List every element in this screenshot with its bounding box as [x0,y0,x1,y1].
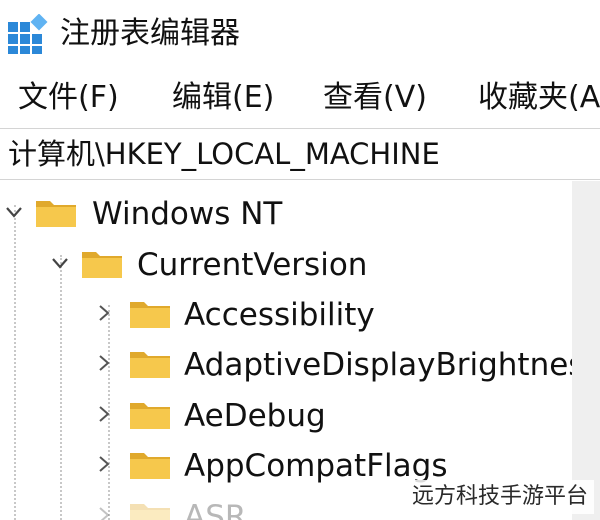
chevron-right-icon[interactable] [94,505,114,520]
tree-node-label: Windows NT [92,196,283,232]
tree-node-label: AdaptiveDisplayBrightness [184,347,572,383]
menu-file[interactable]: 文件(F) [18,76,119,120]
chevron-right-icon[interactable] [94,404,114,424]
folder-icon [82,252,122,278]
address-bar[interactable]: 计算机\HKEY_LOCAL_MACHINE [0,128,600,180]
menu-bar: 文件(F) 编辑(E) 查看(V) 收藏夹(A) [0,72,600,124]
tree-node-currentversion[interactable]: CurrentVersion [0,240,572,290]
address-path[interactable]: 计算机\HKEY_LOCAL_MACHINE [8,133,440,175]
folder-icon [36,201,76,227]
registry-tree[interactable]: Windows NT CurrentVersion Accessibility [0,181,572,520]
tree-node-label: CurrentVersion [137,247,368,283]
folder-icon [130,302,170,328]
watermark: 远方科技手游平台 [405,480,594,514]
tree-node-label: ASR [184,499,247,520]
menu-edit[interactable]: 编辑(E) [172,76,274,120]
folder-icon [130,403,170,429]
chevron-right-icon[interactable] [94,303,114,323]
menu-view[interactable]: 查看(V) [323,76,427,120]
folder-icon [130,504,170,520]
chevron-right-icon[interactable] [94,454,114,474]
tree-node-accessibility[interactable]: Accessibility [0,290,572,340]
window-title: 注册表编辑器 [60,16,240,51]
tree-node-label: Accessibility [184,297,375,333]
chevron-down-icon[interactable] [50,253,70,273]
tree-node-aedebug[interactable]: AeDebug [0,391,572,441]
tree-node-label: AeDebug [184,398,326,434]
chevron-right-icon[interactable] [94,353,114,373]
chevron-down-icon[interactable] [4,202,24,222]
folder-icon [130,352,170,378]
folder-icon [130,453,170,479]
vertical-scrollbar[interactable] [572,181,600,520]
tree-node-windows-nt[interactable]: Windows NT [0,189,572,239]
registry-editor-icon [8,14,48,54]
title-bar: 注册表编辑器 [0,0,600,72]
tree-node-adaptivedisplaybrightness[interactable]: AdaptiveDisplayBrightness [0,340,572,390]
menu-favorites[interactable]: 收藏夹(A) [478,76,600,120]
